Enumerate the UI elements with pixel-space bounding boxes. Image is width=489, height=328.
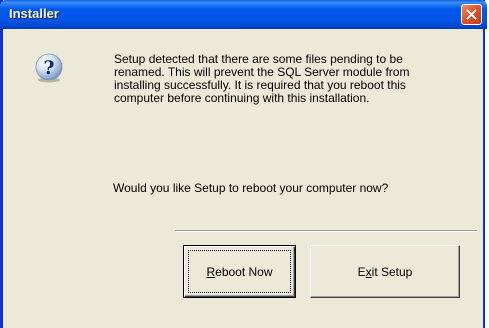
reboot-prompt: Would you like Setup to reboot your comp… — [113, 181, 389, 195]
question-icon: ? — [35, 53, 63, 83]
close-button[interactable] — [461, 4, 482, 25]
reboot-now-label: Reboot Now — [206, 264, 273, 279]
installer-dialog: Installer ? Setup detected that there ar… — [0, 0, 487, 328]
svg-text:?: ? — [43, 57, 54, 79]
separator — [175, 230, 477, 232]
exit-setup-button[interactable]: Exit Setup — [310, 245, 460, 298]
exit-setup-label: Exit Setup — [357, 264, 413, 279]
title-bar[interactable]: Installer — [0, 0, 487, 29]
window-title: Installer — [9, 6, 59, 21]
reboot-now-button[interactable]: Reboot Now — [183, 245, 296, 298]
close-icon — [466, 9, 477, 20]
message-text: Setup detected that there are some files… — [114, 52, 410, 105]
